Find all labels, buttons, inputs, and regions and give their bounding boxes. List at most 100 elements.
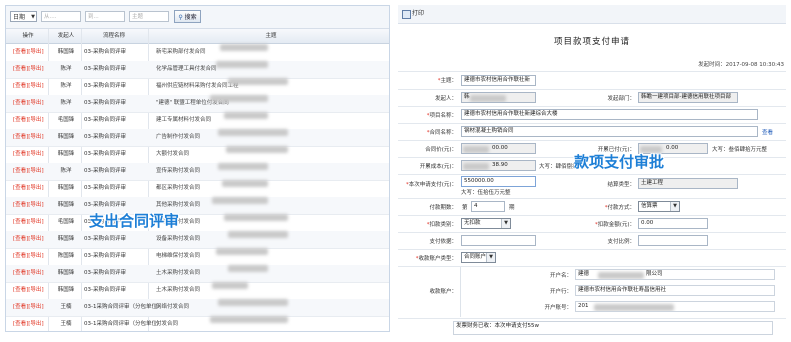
project-field[interactable]: 建德市农村信用合作联社新建综合大楼 xyxy=(461,109,758,120)
redacted-text xyxy=(463,146,489,153)
form-row: 发票财务已收：本次申请支付55w xyxy=(398,318,786,335)
table-row[interactable]: [查看][导出] 韩国锋 03-采购合同评审 土木采购付发合同 xyxy=(6,265,389,283)
subject-cell: 福州供应链材料采购付发合同工程 xyxy=(156,83,239,89)
deduct-amount-label: 扣款金额(元)： xyxy=(597,222,635,228)
pay-count-prefix: 第 xyxy=(462,205,468,211)
table-row[interactable]: [查看][导出] 韩国锋 03-采购合同评审 设备采购付发合同 xyxy=(6,231,389,249)
view-export-link[interactable]: [查看][导出] xyxy=(13,214,44,231)
redacted-text xyxy=(228,231,288,238)
search-button[interactable]: ⚲ 搜索 xyxy=(174,10,201,23)
table-row[interactable]: [查看][导出] 毛国锋 03-采购合同评审 建工专属材料付发合同 xyxy=(6,112,389,130)
view-export-link[interactable]: [查看][导出] xyxy=(13,231,44,248)
subject-cell: 化学品管理工具付发合同 xyxy=(156,66,217,72)
table-row[interactable]: [查看][导出] 陈洋 03-采购合同评审 "建德" 联盟工程单位付发合同 xyxy=(6,95,389,113)
table-row[interactable]: [查看][导出] 陈洋 03-采购合同评审 化学品管理工具付发合同 xyxy=(6,61,389,79)
deduct-type-select[interactable]: 无扣款 ▼ xyxy=(461,218,511,229)
table-row[interactable]: [查看][导出] 韩国锋 03-采购合同评审 新宅采购部付发合同 xyxy=(6,44,389,62)
form-toolbar: 打印 xyxy=(398,5,786,24)
subject-cell: 宣传采购付发合同 xyxy=(156,168,201,174)
cost-label: 开累成本(元)： xyxy=(419,164,457,170)
form-row: 发起人： 韩 发起部门： 韩瞻一建项目部-建德信用联社项目部 xyxy=(398,89,786,105)
view-export-link[interactable]: [查看][导出] xyxy=(13,44,44,61)
chevron-down-icon: ▼ xyxy=(31,14,35,20)
initiator-cell: 陈洋 xyxy=(60,83,72,89)
date-from-input[interactable]: 从.... xyxy=(41,11,81,22)
form-row: *本次申请支付(元)： 550000.00 大写：伍拾伍万元整 结算类型： 土建… xyxy=(398,174,786,197)
view-export-link[interactable]: [查看][导出] xyxy=(13,248,44,265)
date-to-input[interactable]: 到... xyxy=(85,11,125,22)
note-field[interactable]: 发票财务已收：本次申请支付55w xyxy=(453,321,773,335)
view-export-link[interactable]: [查看][导出] xyxy=(13,129,44,146)
redacted-text xyxy=(216,248,268,255)
table-row[interactable]: [查看][导出] 毛国锋 03-采购合同评审 交通采购付发合同 xyxy=(6,214,389,232)
table-row[interactable]: [查看][导出] 陈洋 03-采购合同评审 宣传采购付发合同 xyxy=(6,163,389,181)
subject-cell: 电梯维保付发合同 xyxy=(156,253,201,259)
redacted-text xyxy=(226,146,288,153)
initiator-cell: 韩国锋 xyxy=(57,202,75,208)
pay-method-select[interactable]: 信算票 ▼ xyxy=(638,201,680,212)
flow-name-cell: 03-1采购合同评审（分包单位） xyxy=(84,304,163,310)
subject-cell: 新宅采购部付发合同 xyxy=(156,49,206,55)
pay-ratio-field[interactable] xyxy=(638,235,708,246)
contract-price-label: 合同价(元)： xyxy=(425,147,457,153)
caption-overlay: 支出合同评审 xyxy=(89,212,180,230)
view-export-link[interactable]: [查看][导出] xyxy=(13,282,44,299)
view-export-link[interactable]: [查看][导出] xyxy=(13,265,44,282)
contract-price-value: 00.00 xyxy=(492,145,508,151)
initiator-label: 发起人： xyxy=(434,96,457,102)
caption-overlay: 款项支付审批 xyxy=(574,153,665,171)
table-row[interactable]: [查看][导出] 陈国锋 03-采购合同评审 电梯维保付发合同 xyxy=(6,248,389,266)
table-row[interactable]: [查看][导出] 韩国锋 03-采购合同评审 都区采购付发合同 xyxy=(6,180,389,198)
table-row[interactable]: [查看][导出] 王楠 03-1采购合同评审（分包单位） 付发合同 xyxy=(6,316,389,331)
flow-name-cell: 03-采购合同评审 xyxy=(84,185,126,191)
view-export-link[interactable]: [查看][导出] xyxy=(13,163,44,180)
flow-name-cell: 03-采购合同评审 xyxy=(84,253,126,259)
subject-input[interactable]: 主题 xyxy=(129,11,169,22)
chevron-down-icon: ▼ xyxy=(486,253,495,262)
view-export-link[interactable]: [查看][导出] xyxy=(13,180,44,197)
printer-icon[interactable] xyxy=(402,10,411,19)
department-field: 韩瞻一建项目部-建德信用联社项目部 xyxy=(638,92,738,103)
account-holder-field: 建德 限公司 xyxy=(575,269,775,280)
table-row[interactable]: [查看][导出] 韩国锋 03-采购合同评审 大额付发合同 xyxy=(6,146,389,164)
initiator-cell: 韩国锋 xyxy=(57,49,75,55)
deduct-amount-field[interactable]: 0.00 xyxy=(638,218,708,229)
department-label: 发起部门： xyxy=(607,96,635,102)
pay-count-field[interactable]: 4 xyxy=(471,201,505,212)
payment-request-form-panel: 打印 项目款项支付申请 发起时间：2017-09-08 10:30:43 *主题… xyxy=(398,5,786,335)
bank-label: 开户行： xyxy=(549,289,572,295)
redacted-text xyxy=(598,272,644,279)
table-row[interactable]: [查看][导出] 韩国锋 03-采购合同评审 广告制作付发合同 xyxy=(6,129,389,147)
table-row[interactable]: [查看][导出] 陈洋 03-采购合同评审 福州供应链材料采购付发合同工程 xyxy=(6,78,389,96)
view-export-link[interactable]: [查看][导出] xyxy=(13,197,44,214)
form-row: *合同名称： 钢材混凝土购销合同 查看 xyxy=(398,123,786,139)
flow-name-cell: 03-采购合同评审 xyxy=(84,236,126,242)
initiator-cell: 陈国锋 xyxy=(57,253,75,259)
view-contract-link[interactable]: 查看 xyxy=(762,128,773,136)
view-export-link[interactable]: [查看][导出] xyxy=(13,61,44,78)
table-row[interactable]: [查看][导出] 王楠 03-1采购合同评审（分包单位） 网络付发合同 xyxy=(6,299,389,317)
view-export-link[interactable]: [查看][导出] xyxy=(13,316,44,331)
apply-amount-field[interactable]: 550000.00 xyxy=(461,176,536,187)
pay-basis-field[interactable] xyxy=(461,235,536,246)
table-row[interactable]: [查看][导出] 韩国锋 03-采购合同评审 其他采购付发合同 xyxy=(6,197,389,215)
subject-cell: 大额付发合同 xyxy=(156,151,190,157)
pay-basis-label: 支付依据： xyxy=(429,239,457,245)
contract-field[interactable]: 钢材混凝土购销合同 xyxy=(461,126,758,137)
print-button[interactable]: 打印 xyxy=(412,5,424,23)
flow-name-cell: 03-采购合同评审 xyxy=(84,117,126,123)
subject-cell: 设备采购付发合同 xyxy=(156,236,201,242)
view-export-link[interactable]: [查看][导出] xyxy=(13,112,44,129)
view-export-link[interactable]: [查看][导出] xyxy=(13,299,44,316)
view-export-link[interactable]: [查看][导出] xyxy=(13,78,44,95)
account-type-select[interactable]: 合同账户 ▼ xyxy=(461,252,496,263)
chevron-down-icon: ▼ xyxy=(670,202,679,211)
view-export-link[interactable]: [查看][导出] xyxy=(13,95,44,112)
view-export-link[interactable]: [查看][导出] xyxy=(13,146,44,163)
subject-cell: 广告制作付发合同 xyxy=(156,134,201,140)
settle-type-field: 土建工程 xyxy=(638,178,738,189)
account-holder-label: 开户名： xyxy=(549,273,572,279)
table-row[interactable]: [查看][导出] 韩国锋 03-采购合同评审 土木采购付发合同 xyxy=(6,282,389,300)
filter-select[interactable]: 日期 ▼ xyxy=(10,11,37,22)
subject-field[interactable]: 建德市农村信用合作联社新 xyxy=(461,75,536,86)
